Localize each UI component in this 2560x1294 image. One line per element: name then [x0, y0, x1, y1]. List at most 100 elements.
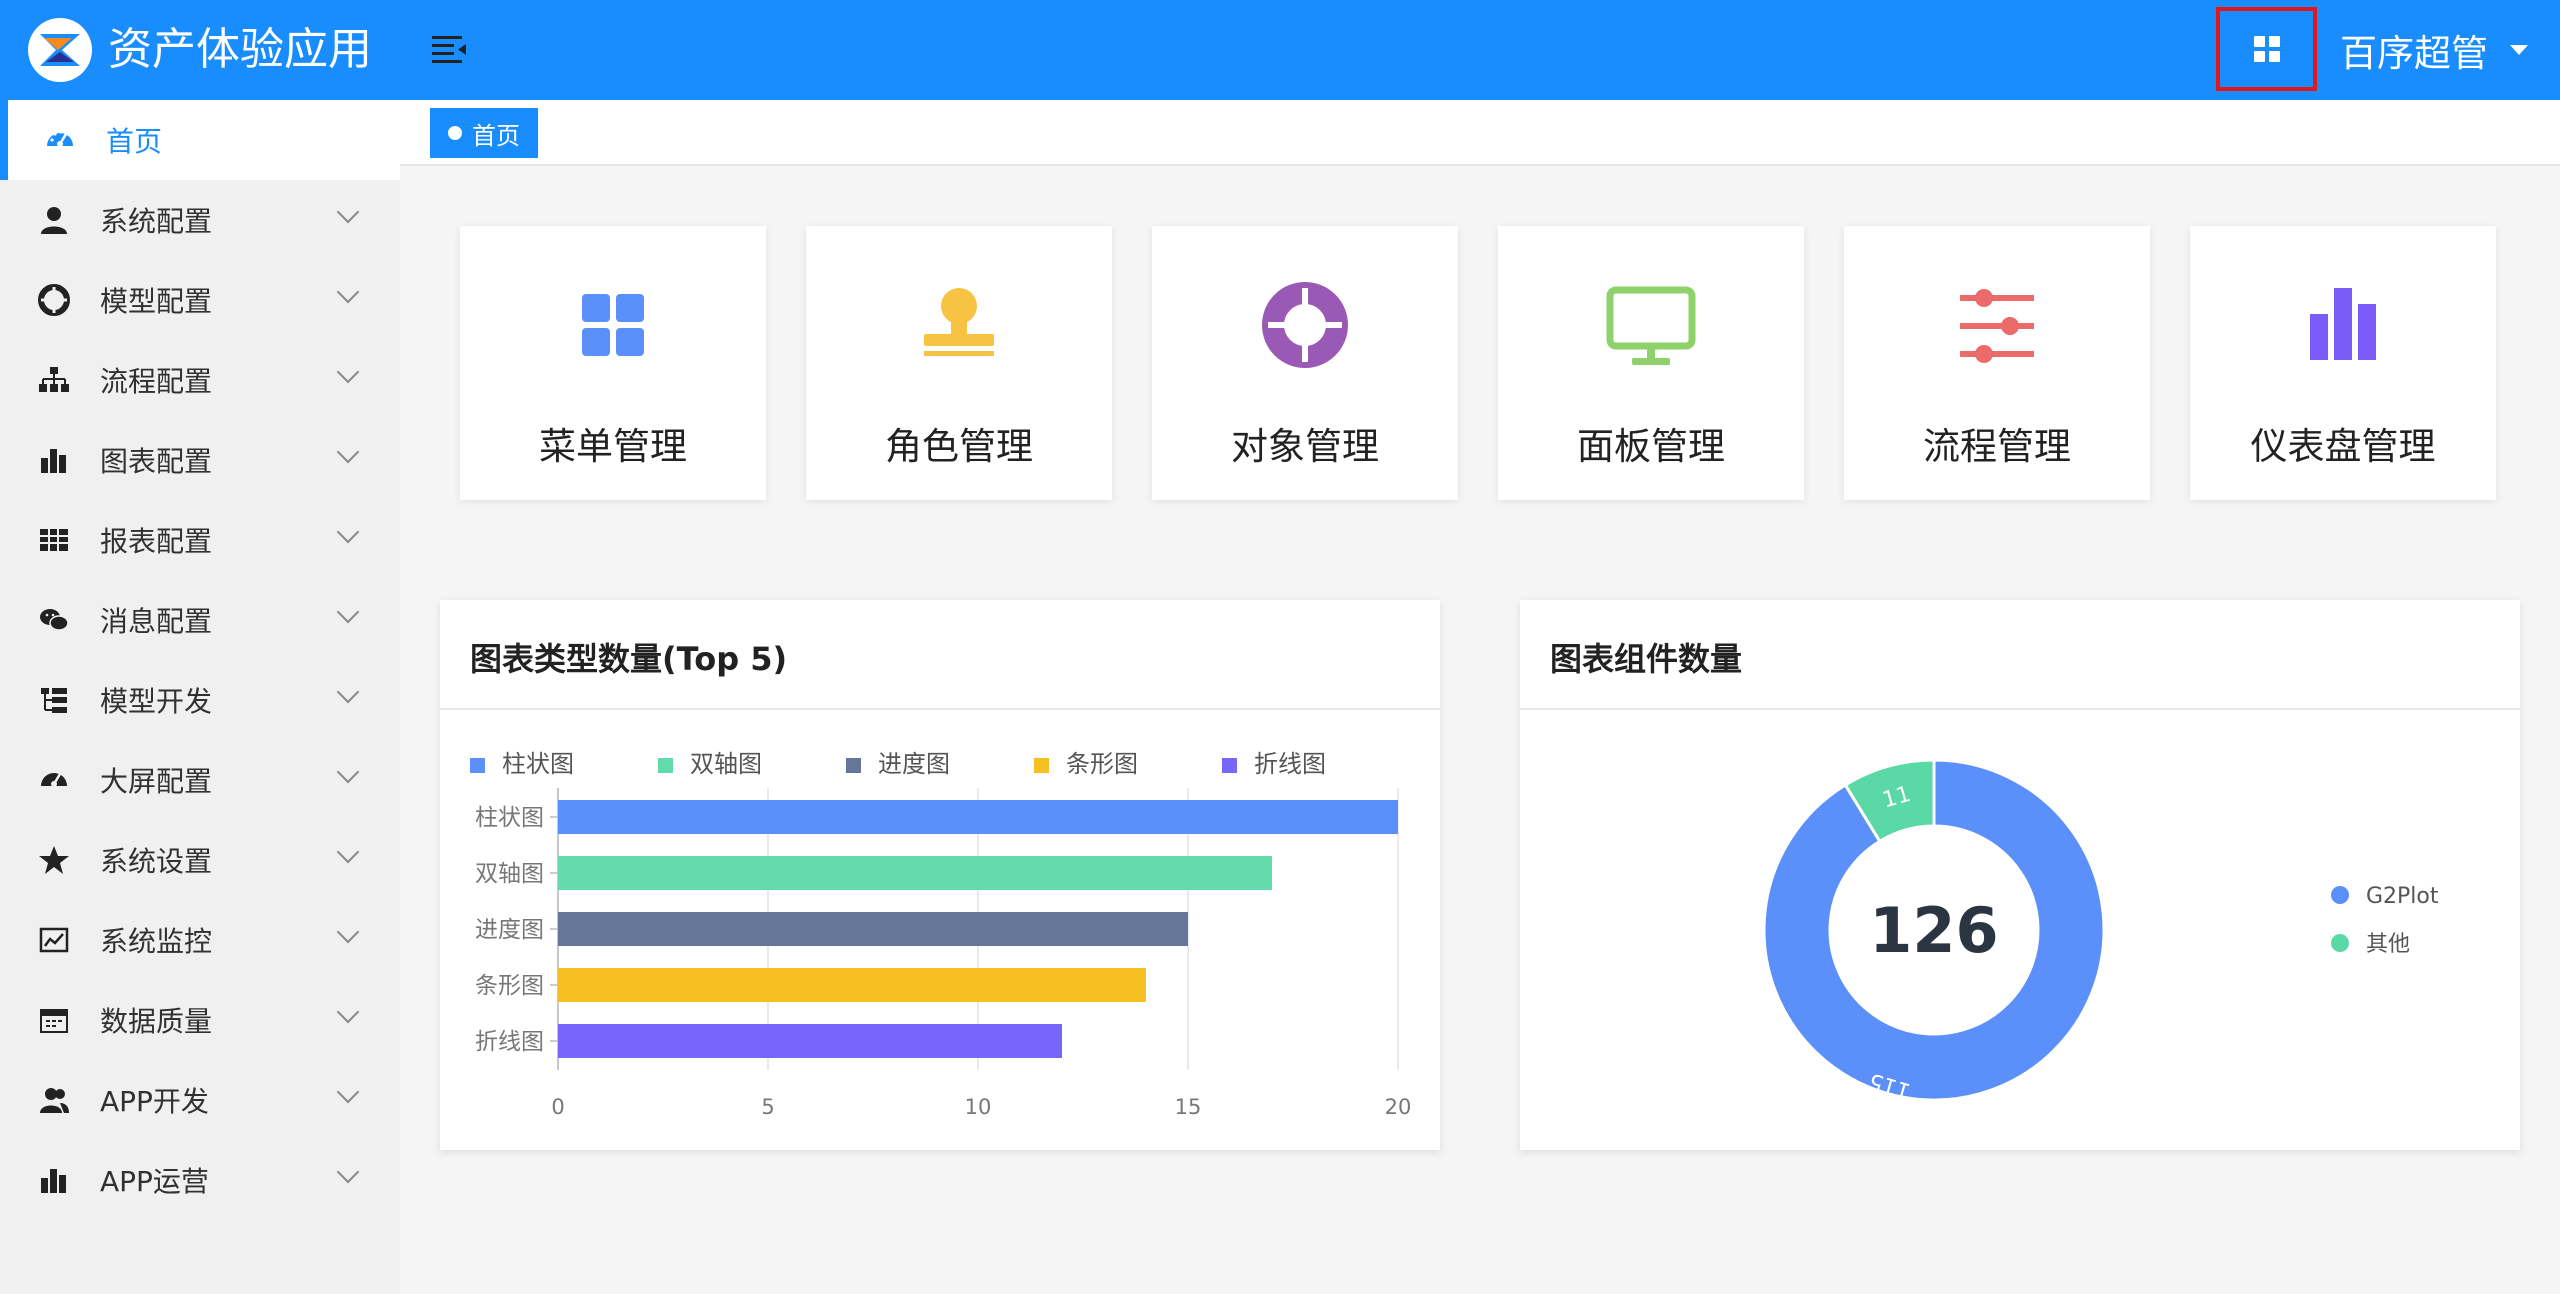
sidebar-item-label: 消息配置	[100, 605, 213, 638]
sidebar-item-system-config[interactable]: 系统配置	[0, 180, 400, 260]
legend-swatch	[658, 758, 673, 773]
legend-label: G2Plot	[2366, 884, 2439, 909]
bar-chart-icon	[2310, 288, 2376, 360]
donut-center-value: 126	[1869, 894, 1998, 967]
sidebar-item-home[interactable]: 首页	[0, 100, 400, 180]
bar-chart: 柱状图 双轴图 进度图 条形图 折线图柱状图双轴图进度图条形图折线图0 5 10 15 20	[470, 750, 1412, 1119]
legend-swatch	[1222, 758, 1237, 773]
tab-label: 首页	[472, 121, 520, 150]
card-object-management[interactable]: 对象管理	[1152, 226, 1458, 500]
sidebar-item-system-settings[interactable]: 系统设置	[0, 820, 400, 900]
card-dashboard-management[interactable]: 仪表盘管理	[2190, 226, 2496, 500]
bar-chart-icon	[41, 449, 66, 473]
collapse-menu-icon[interactable]	[430, 32, 474, 68]
sidebar-item-flow-config[interactable]: 流程配置	[0, 340, 400, 420]
legend-label: 条形图	[1066, 750, 1138, 778]
bar-chart-icon	[41, 1169, 66, 1193]
bar	[558, 912, 1188, 946]
card-flow-management[interactable]: 流程管理	[1844, 226, 2150, 500]
star-icon	[39, 846, 69, 874]
chart-type-count-panel: 图表类型数量(Top 5) 柱状图 双轴图 进度图 条形图 折线图 柱状图 双轴图 进度图 条形…	[440, 600, 1440, 1150]
card-panel-management[interactable]: 面板管理	[1498, 226, 1804, 500]
tab-bar: 首页	[400, 100, 2560, 166]
sidebar-item-model-config[interactable]: 模型配置	[0, 260, 400, 340]
x-tick-label: 5	[761, 1095, 774, 1119]
sidebar-item-app-dev[interactable]: APP开发	[0, 1060, 400, 1140]
sidebar-item-app-ops[interactable]: APP运营	[0, 1140, 400, 1220]
sidebar: 首页 系统配置 模型配置 流程配置 图表配置 报表配置 消息配置 模型开发 大屏…	[0, 100, 400, 1294]
card-menu-management[interactable]: 菜单管理	[460, 226, 766, 500]
sidebar-item-label: 模型配置	[100, 285, 213, 318]
legend-label: 折线图	[1254, 750, 1326, 778]
sidebar-item-label: 系统监控	[100, 925, 213, 958]
sidebar-item-label: APP开发	[100, 1085, 209, 1118]
chevron-down-icon	[336, 680, 360, 704]
card-label: 对象管理	[1231, 425, 1379, 468]
card-label: 流程管理	[1923, 425, 2071, 468]
sidebar-item-label: APP运营	[100, 1165, 209, 1198]
user-menu[interactable]: 百序超管	[2340, 20, 2528, 80]
legend-swatch	[2331, 886, 2349, 904]
chevron-down-icon	[336, 1000, 360, 1024]
tab-home[interactable]: 首页	[430, 108, 538, 158]
legend-swatch	[470, 758, 485, 773]
legend-swatch	[2331, 934, 2349, 952]
chevron-down-icon	[336, 1160, 360, 1184]
dashboard-icon	[41, 773, 67, 787]
y-tick-label: 双轴图	[475, 861, 544, 887]
sidebar-item-label: 系统设置	[100, 845, 213, 878]
sidebar-item-screen-config[interactable]: 大屏配置	[0, 740, 400, 820]
legend-swatch	[1034, 758, 1049, 773]
sidebar-item-chart-config[interactable]: 图表配置	[0, 420, 400, 500]
sitemap-icon	[39, 367, 69, 392]
y-tick-label: 折线图	[475, 1029, 544, 1055]
sidebar-item-report-config[interactable]: 报表配置	[0, 500, 400, 580]
chevron-down-icon	[336, 920, 360, 944]
dot-icon	[448, 126, 462, 140]
chevron-down-icon	[336, 760, 360, 784]
top-header: 资产体验应用 百序超管	[0, 0, 2560, 100]
y-tick-label: 进度图	[475, 917, 544, 943]
chart-component-count-panel: 图表组件数量 115 11 126 G2Plot 其他	[1520, 600, 2520, 1150]
chevron-down-icon	[336, 360, 360, 384]
sidebar-item-model-dev[interactable]: 模型开发	[0, 660, 400, 740]
bar	[558, 856, 1272, 890]
chevron-down-icon	[336, 840, 360, 864]
y-tick-label: 条形图	[475, 973, 544, 999]
lifebuoy-icon	[1262, 282, 1348, 368]
app-logo-icon	[28, 18, 92, 82]
table-icon	[40, 529, 68, 551]
sliders-icon	[1960, 289, 2034, 363]
user-name: 百序超管	[2340, 32, 2488, 75]
chevron-down-icon	[336, 440, 360, 464]
sidebar-item-label: 首页	[106, 125, 163, 158]
calendar-icon	[40, 1009, 68, 1033]
app-switcher-button[interactable]	[2216, 7, 2317, 91]
dashboard-icon	[47, 130, 73, 147]
sidebar-item-data-quality[interactable]: 数据质量	[0, 980, 400, 1060]
sidebar-item-message-config[interactable]: 消息配置	[0, 580, 400, 660]
card-role-management[interactable]: 角色管理	[806, 226, 1112, 500]
sidebar-item-label: 流程配置	[100, 365, 213, 398]
stamp-icon	[924, 288, 994, 356]
chevron-down-icon	[336, 600, 360, 624]
card-label: 仪表盘管理	[2250, 425, 2436, 468]
tree-icon	[41, 688, 67, 713]
chevron-down-icon	[336, 280, 360, 304]
card-label: 面板管理	[1577, 425, 1725, 468]
chevron-down-icon	[336, 200, 360, 224]
sidebar-item-label: 图表配置	[100, 445, 213, 478]
sidebar-item-system-monitor[interactable]: 系统监控	[0, 900, 400, 980]
bar	[558, 800, 1398, 834]
x-tick-label: 10	[965, 1095, 992, 1119]
app-title: 资产体验应用	[108, 24, 372, 75]
x-tick-label: 15	[1175, 1095, 1202, 1119]
bar	[558, 968, 1146, 1002]
legend-label: 双轴图	[690, 750, 762, 778]
sidebar-item-label: 大屏配置	[100, 765, 213, 798]
legend-swatch	[846, 758, 861, 773]
monitor-icon	[1606, 286, 1696, 365]
legend-label: 其他	[2366, 932, 2410, 957]
x-tick-label: 20	[1385, 1095, 1412, 1119]
legend-label: 柱状图	[502, 750, 574, 778]
